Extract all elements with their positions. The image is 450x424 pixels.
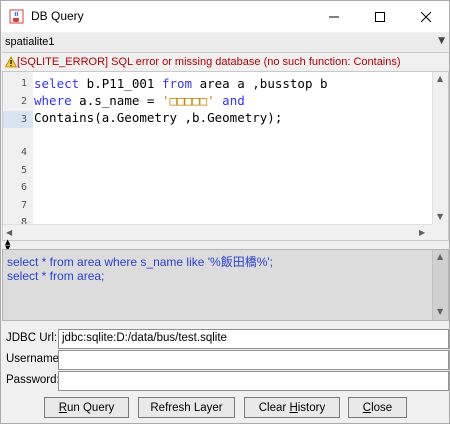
scroll-down-icon[interactable]: ▼ <box>437 212 443 221</box>
jdbc-url-field[interactable]: jdbc:sqlite:D:/data/bus/test.sqlite <box>58 329 449 349</box>
error-message: [SQLITE_ERROR] SQL error or missing data… <box>17 56 401 68</box>
sql-keyword: where <box>34 93 72 108</box>
history-entry[interactable]: select * from area where s_name like '%飯… <box>7 253 273 270</box>
close-button[interactable]: Close <box>348 397 407 418</box>
line-number: 4 <box>20 147 27 158</box>
sql-editor[interactable]: 1 2 3 4 5 6 7 8 9 select b.P11_001 from … <box>2 71 449 241</box>
java-coffee-icon <box>9 9 24 24</box>
warning-icon <box>5 56 17 68</box>
username-label: Username: <box>6 353 63 365</box>
history-entry[interactable]: select * from area; <box>7 269 104 283</box>
line-number: 7 <box>20 200 27 211</box>
line-number: 5 <box>20 165 27 176</box>
clear-history-button[interactable]: Clear History <box>244 397 340 418</box>
code-line-2[interactable]: where a.s_name = '□□□□□' and <box>34 93 245 108</box>
code-text: a.s_name = <box>71 93 162 108</box>
connection-select-value: spatialite1 <box>5 36 55 48</box>
line-number-active: 3 <box>3 111 33 128</box>
scroll-left-icon[interactable]: ◀ <box>6 228 12 237</box>
password-label: Password: <box>6 374 60 386</box>
close-window-button[interactable] <box>403 1 449 32</box>
sql-string: '□□□□□' <box>161 93 215 108</box>
password-field[interactable] <box>58 371 449 391</box>
maximize-icon <box>375 11 385 22</box>
button-label: un Query <box>67 401 115 414</box>
sql-keyword: and <box>222 93 245 108</box>
code-line-3[interactable]: Contains(a.Geometry ,b.Geometry); <box>34 110 282 125</box>
line-number: 2 <box>20 96 27 107</box>
mnemonic-char: H <box>289 401 298 414</box>
line-number: 6 <box>20 182 27 193</box>
button-label: Clear <box>258 401 290 414</box>
close-icon <box>421 11 431 22</box>
jdbc-url-label: JDBC Url: <box>6 332 58 344</box>
scroll-right-icon[interactable]: ▶ <box>419 228 425 237</box>
split-pane-divider[interactable]: ▲ ▼ <box>2 239 449 252</box>
sql-keyword: from <box>161 76 193 91</box>
sql-keyword: select <box>34 76 80 91</box>
refresh-layer-button[interactable]: Refresh Layer <box>138 397 235 418</box>
scroll-up-icon[interactable]: ▲ <box>437 252 443 261</box>
history-vertical-scrollbar[interactable]: ▲ ▼ <box>432 250 448 320</box>
minimize-button[interactable] <box>311 1 357 32</box>
db-query-window: DB Query spatialite1 ▼ [SQLITE_ERROR] SQ… <box>0 0 450 424</box>
code-text: b.P11_001 <box>79 76 162 91</box>
minimize-icon <box>329 16 339 17</box>
title-bar[interactable]: DB Query <box>1 1 449 32</box>
editor-vertical-scrollbar[interactable]: ▲ ▼ <box>432 72 448 224</box>
username-field[interactable] <box>58 350 449 370</box>
line-number-gutter: 1 2 3 4 5 6 7 8 9 <box>3 72 33 228</box>
mnemonic-char: R <box>58 401 67 414</box>
line-number: 1 <box>20 78 27 89</box>
code-line-1[interactable]: select b.P11_001 from area a ,busstop b <box>34 76 328 91</box>
window-title: DB Query <box>31 9 84 23</box>
run-query-button[interactable]: Run Query <box>44 397 129 418</box>
button-label: Refresh Layer <box>150 401 223 414</box>
scroll-up-icon[interactable]: ▲ <box>437 74 443 83</box>
scroll-down-icon[interactable]: ▼ <box>437 307 443 316</box>
maximize-button[interactable] <box>357 1 403 32</box>
code-text: area a ,busstop b <box>192 76 328 91</box>
connection-select[interactable]: spatialite1 ▼ <box>2 33 449 53</box>
query-history-list[interactable]: select * from area where s_name like '%飯… <box>2 249 449 321</box>
chevron-down-icon[interactable]: ▼ <box>438 36 445 46</box>
button-label: istory <box>297 401 326 414</box>
editor-horizontal-scrollbar[interactable]: ◀ ▶ <box>3 224 432 240</box>
scrollbar-corner <box>432 224 448 240</box>
button-label: lose <box>371 401 393 414</box>
mnemonic-char: C <box>362 401 372 414</box>
code-text: Contains(a.Geometry ,b.Geometry); <box>34 110 283 125</box>
error-status: [SQLITE_ERROR] SQL error or missing data… <box>2 54 449 70</box>
